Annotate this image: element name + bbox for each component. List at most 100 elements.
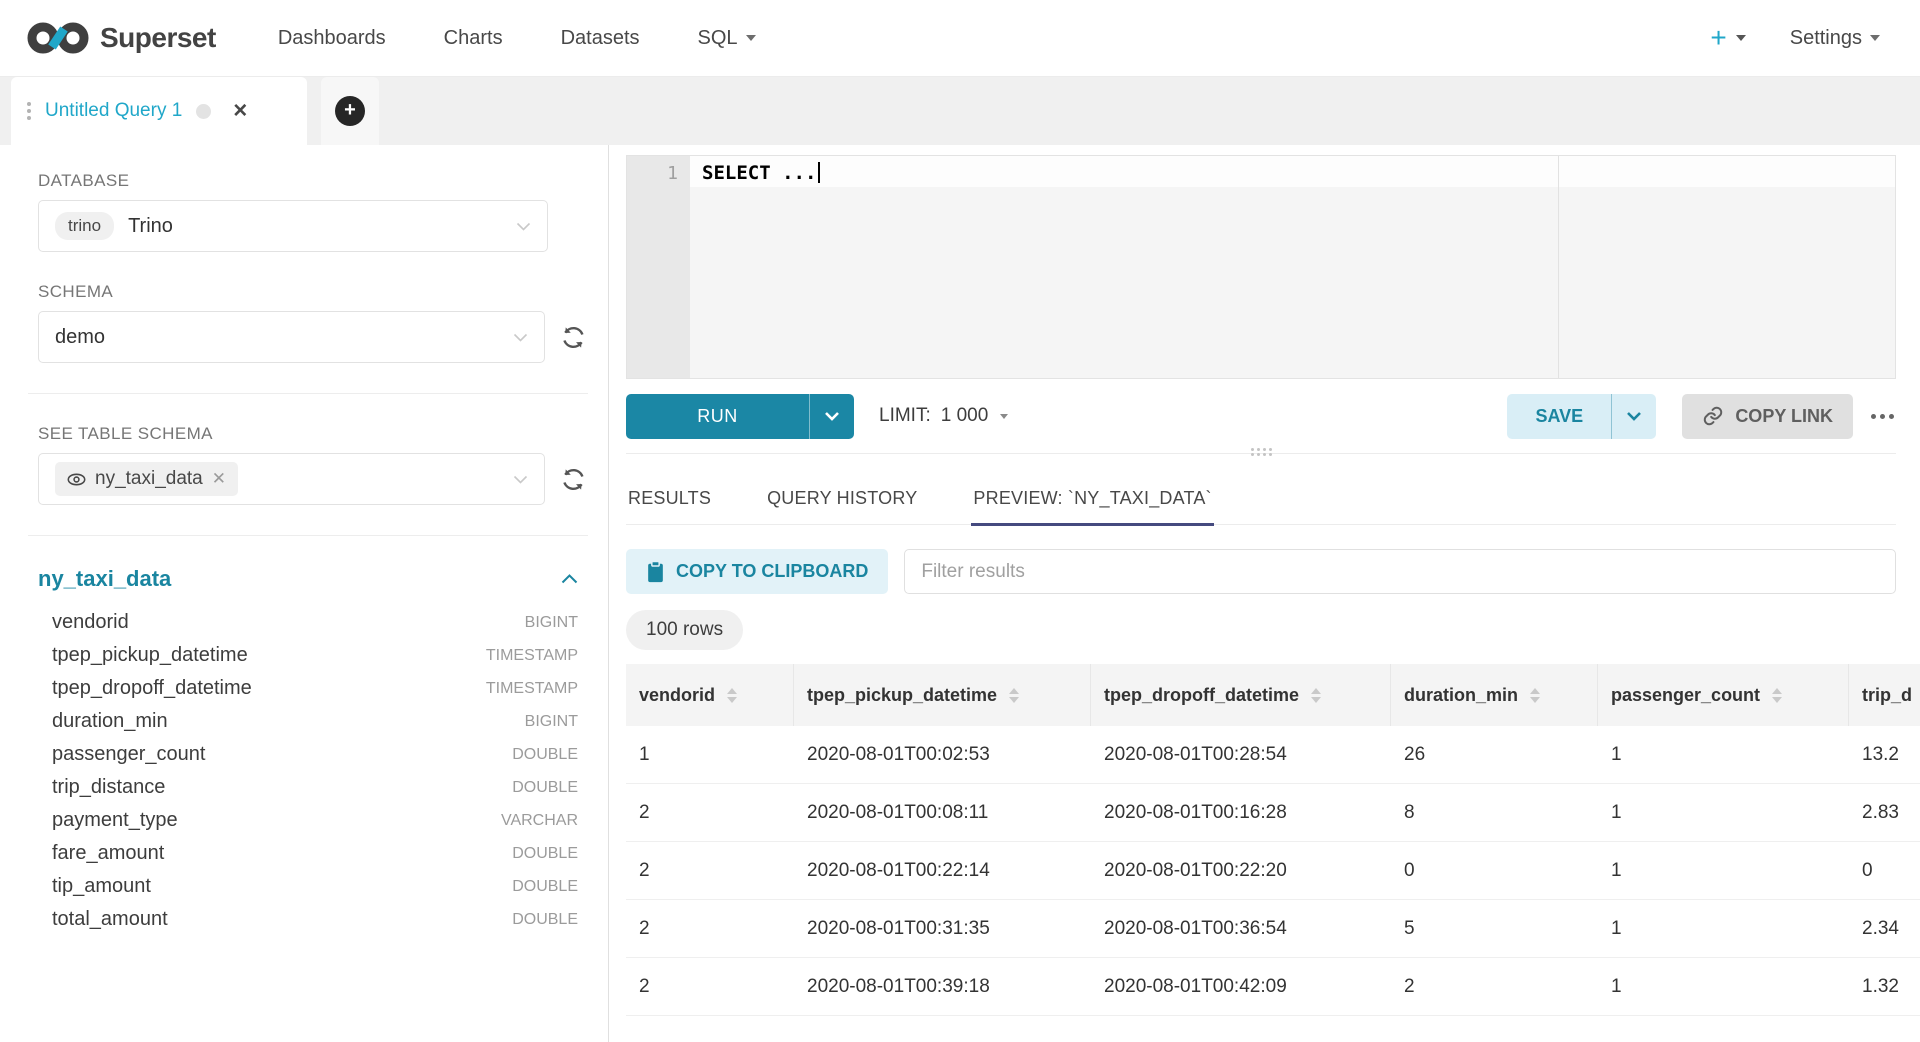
sql-lab-sidebar: DATABASE trino Trino SCHEMA demo bbox=[0, 145, 609, 1042]
database-label: DATABASE bbox=[38, 171, 588, 191]
superset-logo[interactable]: Superset bbox=[26, 21, 216, 55]
chevron-down-icon bbox=[1626, 411, 1642, 421]
column-row: total_amountDOUBLE bbox=[38, 903, 578, 936]
remove-table-icon[interactable]: ✕ bbox=[212, 469, 226, 489]
nav-datasets[interactable]: Datasets bbox=[561, 27, 640, 50]
main-nav: Dashboards Charts Datasets SQL bbox=[278, 27, 756, 50]
tab-close-icon[interactable]: × bbox=[233, 99, 247, 123]
navbar-right: + Settings bbox=[1710, 24, 1880, 52]
editor-gutter: 1 bbox=[627, 156, 690, 378]
limit-dropdown[interactable]: LIMIT: 1 000 bbox=[879, 405, 1008, 427]
column-row: fare_amountDOUBLE bbox=[38, 837, 578, 870]
results-controls: COPY TO CLIPBOARD bbox=[626, 549, 1896, 594]
chevron-down-icon bbox=[824, 411, 840, 421]
eye-icon bbox=[67, 473, 86, 486]
caret-down-icon bbox=[746, 35, 756, 41]
copy-to-clipboard-button[interactable]: COPY TO CLIPBOARD bbox=[626, 549, 888, 594]
query-tab-title[interactable]: Untitled Query 1 bbox=[45, 100, 182, 122]
run-query-button[interactable]: RUN bbox=[626, 394, 854, 439]
results-table-header: vendorid tpep_pickup_datetime tpep_dropo… bbox=[626, 664, 1920, 726]
save-query-button[interactable]: SAVE bbox=[1507, 394, 1656, 439]
table-row: 2 2020-08-01T00:08:11 2020-08-01T00:16:2… bbox=[626, 784, 1920, 842]
filter-results-input[interactable] bbox=[904, 549, 1896, 594]
sort-icon[interactable] bbox=[1772, 688, 1782, 703]
table-schema-header[interactable]: ny_taxi_data bbox=[38, 566, 578, 592]
schema-select[interactable]: demo bbox=[38, 311, 545, 363]
editor-print-margin bbox=[1558, 156, 1559, 378]
selected-table-pill: ny_taxi_data ✕ bbox=[55, 462, 238, 496]
table-row: 2 2020-08-01T00:22:14 2020-08-01T00:22:2… bbox=[626, 842, 1920, 900]
table-schema-title[interactable]: ny_taxi_data bbox=[38, 566, 171, 592]
column-header[interactable]: trip_d bbox=[1849, 664, 1920, 726]
database-select[interactable]: trino Trino bbox=[38, 200, 548, 252]
column-row: tpep_dropoff_datetimeTIMESTAMP bbox=[38, 672, 578, 705]
chevron-up-icon[interactable] bbox=[561, 574, 578, 584]
refresh-tables-icon[interactable] bbox=[559, 465, 588, 494]
table-row: 1 2020-08-01T00:02:53 2020-08-01T00:28:5… bbox=[626, 726, 1920, 784]
selected-table-name: ny_taxi_data bbox=[95, 468, 203, 490]
editor-code-area[interactable]: SELECT ... bbox=[690, 156, 1895, 378]
schema-value: demo bbox=[55, 326, 105, 349]
tab-preview-table[interactable]: PREVIEW: `NY_TAXI_DATA` bbox=[971, 478, 1213, 526]
query-tab-bar: Untitled Query 1 × + bbox=[0, 77, 1920, 145]
caret-down-icon bbox=[1736, 35, 1746, 41]
table-row: 2 2020-08-01T00:31:35 2020-08-01T00:36:5… bbox=[626, 900, 1920, 958]
column-header[interactable]: tpep_pickup_datetime bbox=[794, 664, 1091, 726]
new-query-tab-button[interactable]: + bbox=[321, 77, 379, 145]
plus-icon: + bbox=[335, 96, 365, 126]
schema-label: SCHEMA bbox=[38, 282, 588, 302]
new-item-menu-button[interactable]: + bbox=[1710, 24, 1745, 52]
results-table: vendorid tpep_pickup_datetime tpep_dropo… bbox=[626, 664, 1920, 1016]
clipboard-icon bbox=[646, 561, 665, 583]
copy-link-button[interactable]: COPY LINK bbox=[1682, 394, 1853, 439]
column-header[interactable]: tpep_dropoff_datetime bbox=[1091, 664, 1391, 726]
sidebar-divider bbox=[28, 393, 588, 394]
column-header[interactable]: vendorid bbox=[626, 664, 794, 726]
chevron-down-icon bbox=[513, 475, 528, 484]
more-options-button[interactable] bbox=[1869, 408, 1896, 425]
save-options-caret[interactable] bbox=[1611, 394, 1656, 439]
refresh-schema-icon[interactable] bbox=[559, 323, 588, 352]
pane-resize-divider bbox=[626, 453, 1896, 466]
nav-charts[interactable]: Charts bbox=[444, 27, 503, 50]
column-row: trip_distanceDOUBLE bbox=[38, 771, 578, 804]
column-header[interactable]: passenger_count bbox=[1598, 664, 1849, 726]
sort-icon[interactable] bbox=[727, 688, 737, 703]
column-header[interactable]: duration_min bbox=[1391, 664, 1598, 726]
settings-menu-button[interactable]: Settings bbox=[1790, 27, 1880, 50]
column-row: payment_typeVARCHAR bbox=[38, 804, 578, 837]
tab-results[interactable]: RESULTS bbox=[626, 478, 713, 524]
sql-editor[interactable]: 1 SELECT ... bbox=[626, 155, 1896, 379]
sidebar-divider bbox=[28, 535, 588, 536]
tab-query-history[interactable]: QUERY HISTORY bbox=[765, 478, 919, 524]
sort-icon[interactable] bbox=[1311, 688, 1321, 703]
tab-drag-handle-icon[interactable] bbox=[27, 102, 31, 120]
nav-sql-menu[interactable]: SQL bbox=[698, 27, 756, 50]
column-row: tpep_pickup_datetimeTIMESTAMP bbox=[38, 639, 578, 672]
sort-icon[interactable] bbox=[1009, 688, 1019, 703]
table-schema-select[interactable]: ny_taxi_data ✕ bbox=[38, 453, 545, 505]
sort-icon[interactable] bbox=[1530, 688, 1540, 703]
database-value: Trino bbox=[128, 215, 173, 238]
database-engine-badge: trino bbox=[55, 212, 114, 240]
table-row: 2 2020-08-01T00:39:18 2020-08-01T00:42:0… bbox=[626, 958, 1920, 1016]
tab-status-dot bbox=[196, 104, 211, 119]
column-row: tip_amountDOUBLE bbox=[38, 870, 578, 903]
row-count-badge: 100 rows bbox=[626, 610, 743, 650]
column-row: passenger_countDOUBLE bbox=[38, 738, 578, 771]
sql-text: SELECT ... bbox=[702, 158, 816, 188]
column-row: duration_minBIGINT bbox=[38, 705, 578, 738]
nav-dashboards[interactable]: Dashboards bbox=[278, 27, 386, 50]
resize-grip-icon[interactable] bbox=[1251, 448, 1272, 466]
top-navbar: Superset Dashboards Charts Datasets SQL … bbox=[0, 0, 1920, 77]
chevron-down-icon bbox=[513, 333, 528, 342]
editor-toolbar: RUN LIMIT: 1 000 SAVE bbox=[626, 379, 1896, 453]
see-table-schema-label: SEE TABLE SCHEMA bbox=[38, 424, 588, 444]
column-row: vendoridBIGINT bbox=[38, 606, 578, 639]
table-columns-list: vendoridBIGINT tpep_pickup_datetimeTIMES… bbox=[38, 606, 578, 936]
editor-active-line: SELECT ... bbox=[690, 156, 1895, 187]
results-tab-bar: RESULTS QUERY HISTORY PREVIEW: `NY_TAXI_… bbox=[626, 466, 1896, 525]
link-icon bbox=[1702, 405, 1724, 427]
run-options-caret[interactable] bbox=[809, 394, 854, 439]
query-tab-active[interactable]: Untitled Query 1 × bbox=[11, 77, 307, 145]
